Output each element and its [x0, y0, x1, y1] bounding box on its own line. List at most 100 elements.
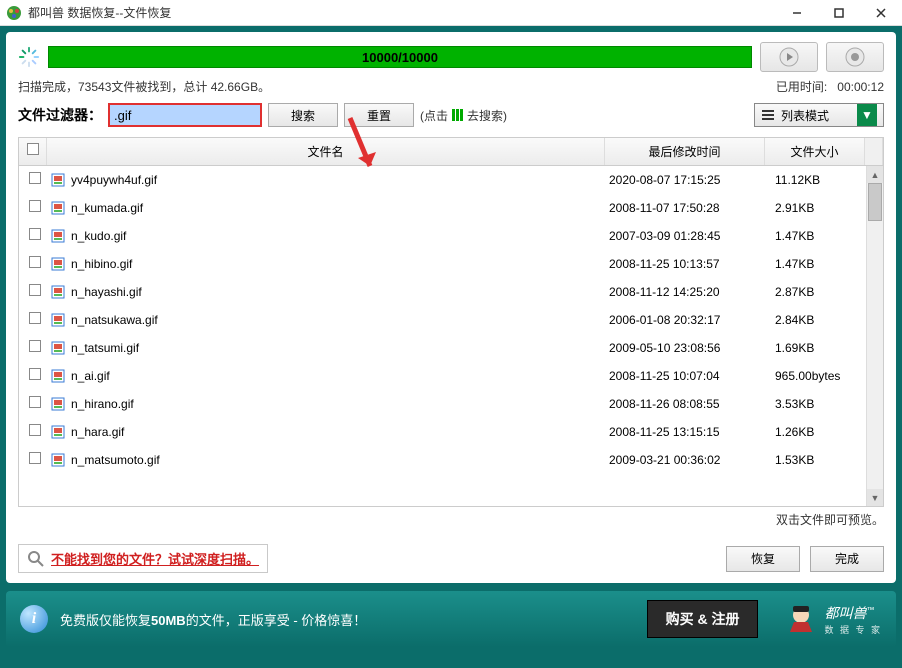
finish-button[interactable]: 完成 [810, 546, 884, 572]
row-filename: n_tatsumi.gif [47, 341, 605, 355]
row-checkbox[interactable] [19, 312, 47, 327]
minimize-button[interactable] [776, 0, 818, 26]
brand-avatar-icon [784, 602, 818, 636]
search-button[interactable]: 搜索 [268, 103, 338, 127]
row-filename: n_kumada.gif [47, 201, 605, 215]
row-mtime: 2007-03-09 01:28:45 [605, 229, 765, 243]
filter-row: 文件过滤器： 搜索 重置 (点击 去搜索) 列表模式 ▼ [18, 103, 884, 127]
column-filename[interactable]: 文件名 [47, 138, 605, 165]
scan-status-text: 扫描完成，73543文件被找到，总计 42.66GB。 [18, 78, 270, 95]
row-size: 11.12KB [765, 173, 865, 187]
column-size[interactable]: 文件大小 [765, 138, 865, 165]
bottom-bar: i 免费版仅能恢复50MB的文件，正版享受 - 价格惊喜！ 购买 & 注册 都叫… [6, 591, 896, 647]
vertical-scrollbar[interactable]: ▲ ▼ [866, 166, 883, 506]
progress-row: 10000/10000 [18, 42, 884, 72]
table-row[interactable]: n_hibino.gif2008-11-25 10:13:571.47KB [19, 250, 883, 278]
progress-text: 10000/10000 [362, 50, 438, 65]
row-size: 2.87KB [765, 285, 865, 299]
row-mtime: 2008-11-25 13:15:15 [605, 425, 765, 439]
outer-frame: 10000/10000 扫描完成，73543文件被找到，总计 42.66GB。 … [0, 26, 902, 668]
free-version-message: 免费版仅能恢复50MB的文件，正版享受 - 价格惊喜！ [60, 610, 366, 629]
row-size: 1.47KB [765, 257, 865, 271]
row-filename: n_ai.gif [47, 369, 605, 383]
row-size: 965.00bytes [765, 369, 865, 383]
dropdown-arrow-icon: ▼ [857, 104, 877, 126]
titlebar: 都叫兽 数据恢复--文件恢复 [0, 0, 902, 26]
scroll-up-icon[interactable]: ▲ [867, 166, 883, 183]
table-row[interactable]: n_hayashi.gif2008-11-12 14:25:202.87KB [19, 278, 883, 306]
preview-hint: 双击文件即可预览。 [18, 511, 884, 528]
row-size: 1.47KB [765, 229, 865, 243]
row-checkbox[interactable] [19, 396, 47, 411]
table-header: 文件名 最后修改时间 文件大小 [19, 138, 883, 166]
magnifier-icon [27, 550, 45, 568]
deep-scan-link[interactable]: 不能找到您的文件？试试深度扫描。 [51, 549, 259, 568]
info-icon: i [20, 605, 48, 633]
row-filename: n_hayashi.gif [47, 285, 605, 299]
row-checkbox[interactable] [19, 340, 47, 355]
row-checkbox[interactable] [19, 200, 47, 215]
row-checkbox[interactable] [19, 228, 47, 243]
row-mtime: 2009-05-10 23:08:56 [605, 341, 765, 355]
play-icon [779, 47, 799, 67]
play-button[interactable] [760, 42, 818, 72]
row-size: 1.69KB [765, 341, 865, 355]
row-checkbox[interactable] [19, 284, 47, 299]
filter-input[interactable] [108, 103, 262, 127]
table-row[interactable]: n_hirano.gif2008-11-26 08:08:553.53KB [19, 390, 883, 418]
main-card: 10000/10000 扫描完成，73543文件被找到，总计 42.66GB。 … [6, 32, 896, 583]
table-row[interactable]: n_ai.gif2008-11-25 10:07:04965.00bytes [19, 362, 883, 390]
row-filename: yv4puywh4uf.gif [47, 173, 605, 187]
green-bars-icon [452, 109, 463, 121]
reset-button[interactable]: 重置 [344, 103, 414, 127]
buy-register-button[interactable]: 购买 & 注册 [647, 600, 759, 638]
table-row[interactable]: n_tatsumi.gif2009-05-10 23:08:561.69KB [19, 334, 883, 362]
table-row[interactable]: n_matsumoto.gif2009-03-21 00:36:021.53KB [19, 446, 883, 474]
row-checkbox[interactable] [19, 368, 47, 383]
table-row[interactable]: yv4puywh4uf.gif2020-08-07 17:15:2511.12K… [19, 166, 883, 194]
maximize-button[interactable] [818, 0, 860, 26]
row-size: 2.91KB [765, 201, 865, 215]
table-row[interactable]: n_kumada.gif2008-11-07 17:50:282.91KB [19, 194, 883, 222]
table-row[interactable]: n_kudo.gif2007-03-09 01:28:451.47KB [19, 222, 883, 250]
column-mtime[interactable]: 最后修改时间 [605, 138, 765, 165]
row-mtime: 2020-08-07 17:15:25 [605, 173, 765, 187]
row-size: 3.53KB [765, 397, 865, 411]
row-mtime: 2006-01-08 20:32:17 [605, 313, 765, 327]
table-row[interactable]: n_hara.gif2008-11-25 13:15:151.26KB [19, 418, 883, 446]
stop-icon [845, 47, 865, 67]
table-body: yv4puywh4uf.gif2020-08-07 17:15:2511.12K… [19, 166, 883, 506]
list-icon [761, 109, 775, 121]
row-filename: n_hibino.gif [47, 257, 605, 271]
app-logo-icon [6, 5, 22, 21]
status-row: 扫描完成，73543文件被找到，总计 42.66GB。 已用时间: 00:00:… [18, 78, 884, 95]
row-checkbox[interactable] [19, 256, 47, 271]
progress-bar: 10000/10000 [48, 46, 752, 68]
column-checkbox[interactable] [19, 138, 47, 165]
scrollbar-thumb[interactable] [868, 183, 882, 221]
deep-scan-box[interactable]: 不能找到您的文件？试试深度扫描。 [18, 544, 268, 573]
table-row[interactable]: n_natsukawa.gif2006-01-08 20:32:172.84KB [19, 306, 883, 334]
row-filename: n_matsumoto.gif [47, 453, 605, 467]
row-checkbox[interactable] [19, 452, 47, 467]
row-checkbox[interactable] [19, 424, 47, 439]
close-button[interactable] [860, 0, 902, 26]
row-size: 1.26KB [765, 425, 865, 439]
row-size: 2.84KB [765, 313, 865, 327]
brand-block: 都叫兽™ 数 据 专 家 [784, 602, 882, 636]
row-filename: n_natsukawa.gif [47, 313, 605, 327]
row-checkbox[interactable] [19, 172, 47, 187]
file-table: 文件名 最后修改时间 文件大小 yv4puywh4uf.gif2020-08-0… [18, 137, 884, 507]
recover-button[interactable]: 恢复 [726, 546, 800, 572]
row-filename: n_kudo.gif [47, 229, 605, 243]
scroll-down-icon[interactable]: ▼ [867, 489, 883, 506]
stop-button[interactable] [826, 42, 884, 72]
row-filename: n_hara.gif [47, 425, 605, 439]
view-mode-dropdown[interactable]: 列表模式 ▼ [754, 103, 884, 127]
window-title: 都叫兽 数据恢复--文件恢复 [28, 4, 776, 21]
elapsed-time: 已用时间: 00:00:12 [776, 78, 884, 95]
row-size: 1.53KB [765, 453, 865, 467]
row-mtime: 2008-11-26 08:08:55 [605, 397, 765, 411]
row-mtime: 2008-11-25 10:07:04 [605, 369, 765, 383]
search-hint: (点击 去搜索) [420, 107, 507, 124]
